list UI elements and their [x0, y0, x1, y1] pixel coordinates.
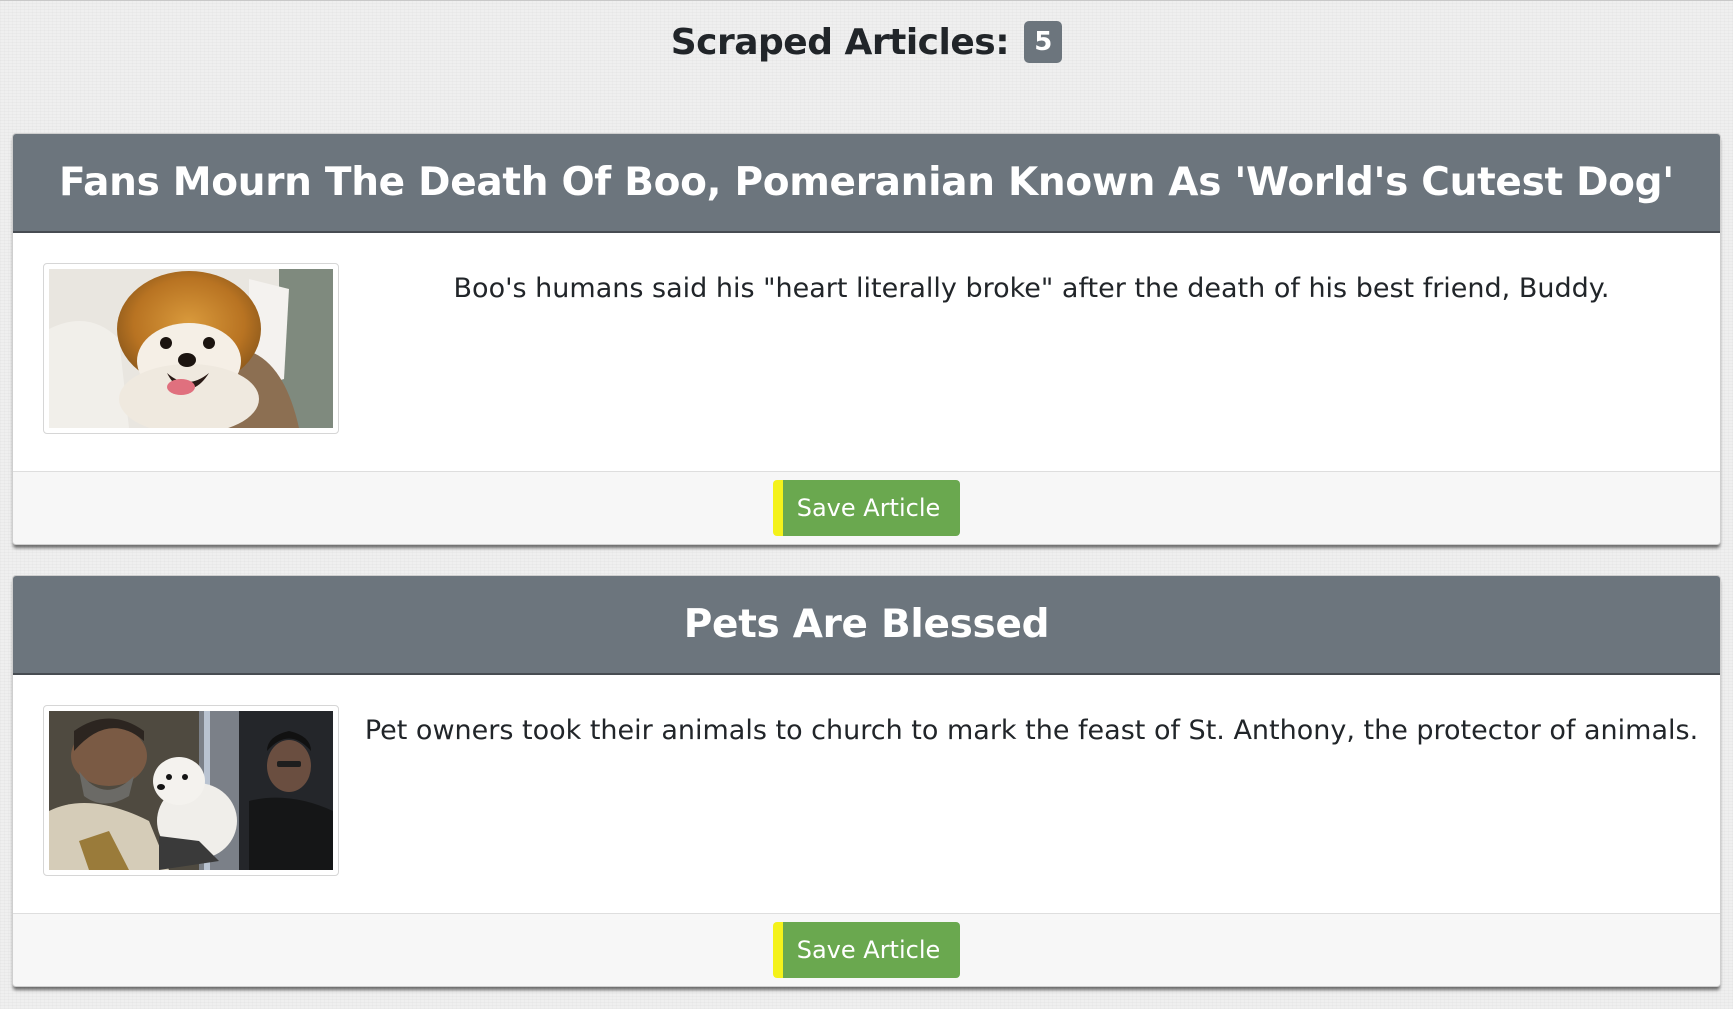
- page-header: Scraped Articles: 5: [0, 21, 1733, 81]
- article-thumbnail: [43, 705, 339, 876]
- page-title: Scraped Articles:: [670, 21, 1010, 63]
- save-article-button[interactable]: Save Article: [772, 480, 961, 536]
- priest-blessing-dog-image: [49, 711, 333, 870]
- article-card-header: Pets Are Blessed: [13, 576, 1720, 675]
- article-title[interactable]: Pets Are Blessed: [684, 602, 1050, 647]
- article-card-footer: Save Article: [13, 471, 1720, 544]
- article-card-body: Boo's humans said his "heart literally b…: [13, 233, 1720, 471]
- article-count-badge: 5: [1024, 21, 1063, 63]
- article-title[interactable]: Fans Mourn The Death Of Boo, Pomeranian …: [59, 160, 1674, 205]
- article-card-footer: Save Article: [13, 913, 1720, 986]
- article-card: Fans Mourn The Death Of Boo, Pomeranian …: [12, 133, 1721, 545]
- save-article-button[interactable]: Save Article: [772, 922, 961, 978]
- article-card: Pets Are Blessed Pet owners took their a…: [12, 575, 1721, 987]
- article-summary: Boo's humans said his "heart literally b…: [453, 273, 1610, 304]
- article-card-header: Fans Mourn The Death Of Boo, Pomeranian …: [13, 134, 1720, 233]
- pomeranian-dog-image: [49, 269, 333, 428]
- article-card-body: Pet owners took their animals to church …: [13, 675, 1720, 913]
- article-thumbnail: [43, 263, 339, 434]
- article-summary: Pet owners took their animals to church …: [364, 715, 1699, 746]
